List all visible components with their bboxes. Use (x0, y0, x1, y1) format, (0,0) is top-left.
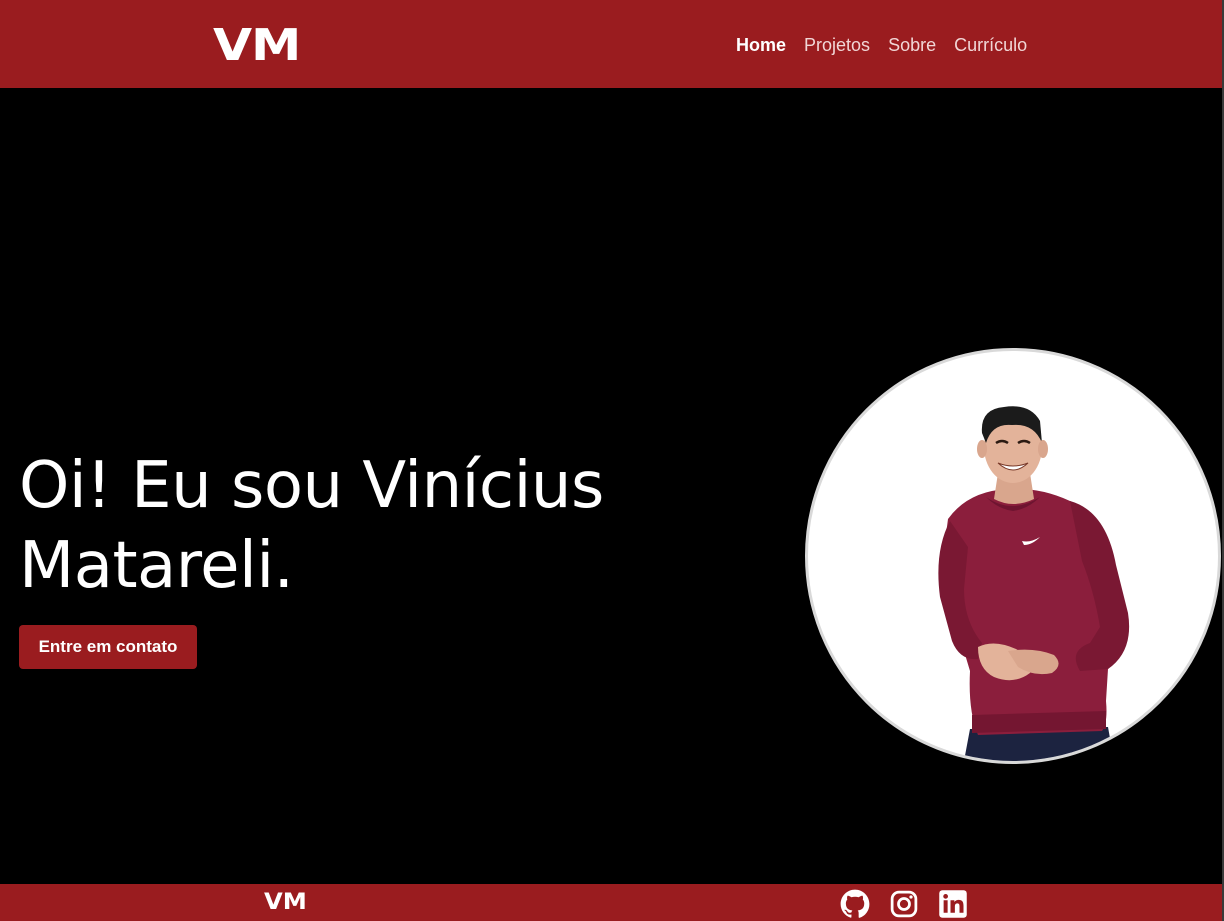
hero-title-line-2: Matareli. (19, 529, 294, 603)
nav-home[interactable]: Home (736, 32, 786, 58)
person-illustration (938, 406, 1130, 761)
logo[interactable]: VM (213, 22, 301, 70)
hero-title-line-1: Oi! Eu sou Vinícius (19, 449, 604, 523)
site-footer: VM (0, 884, 1224, 921)
github-icon (840, 889, 870, 918)
page: VM Home Projetos Sobre Currículo Oi! Eu … (0, 0, 1224, 921)
contact-button[interactable]: Entre em contato (19, 625, 197, 669)
profile-photo (805, 348, 1221, 764)
instagram-link[interactable] (889, 889, 919, 919)
nav-sobre[interactable]: Sobre (888, 32, 936, 58)
footer-logo[interactable]: VM (264, 890, 307, 916)
nav-projetos[interactable]: Projetos (804, 32, 870, 58)
github-link[interactable] (840, 889, 870, 919)
instagram-icon (890, 890, 918, 918)
hero-title: Oi! Eu sou Vinícius Matareli. (19, 446, 779, 606)
site-header: VM Home Projetos Sobre Currículo (0, 0, 1224, 88)
linkedin-link[interactable] (938, 889, 968, 919)
main-nav: Home Projetos Sobre Currículo (736, 32, 1027, 58)
linkedin-icon (939, 890, 967, 918)
nav-curriculo[interactable]: Currículo (954, 32, 1027, 58)
